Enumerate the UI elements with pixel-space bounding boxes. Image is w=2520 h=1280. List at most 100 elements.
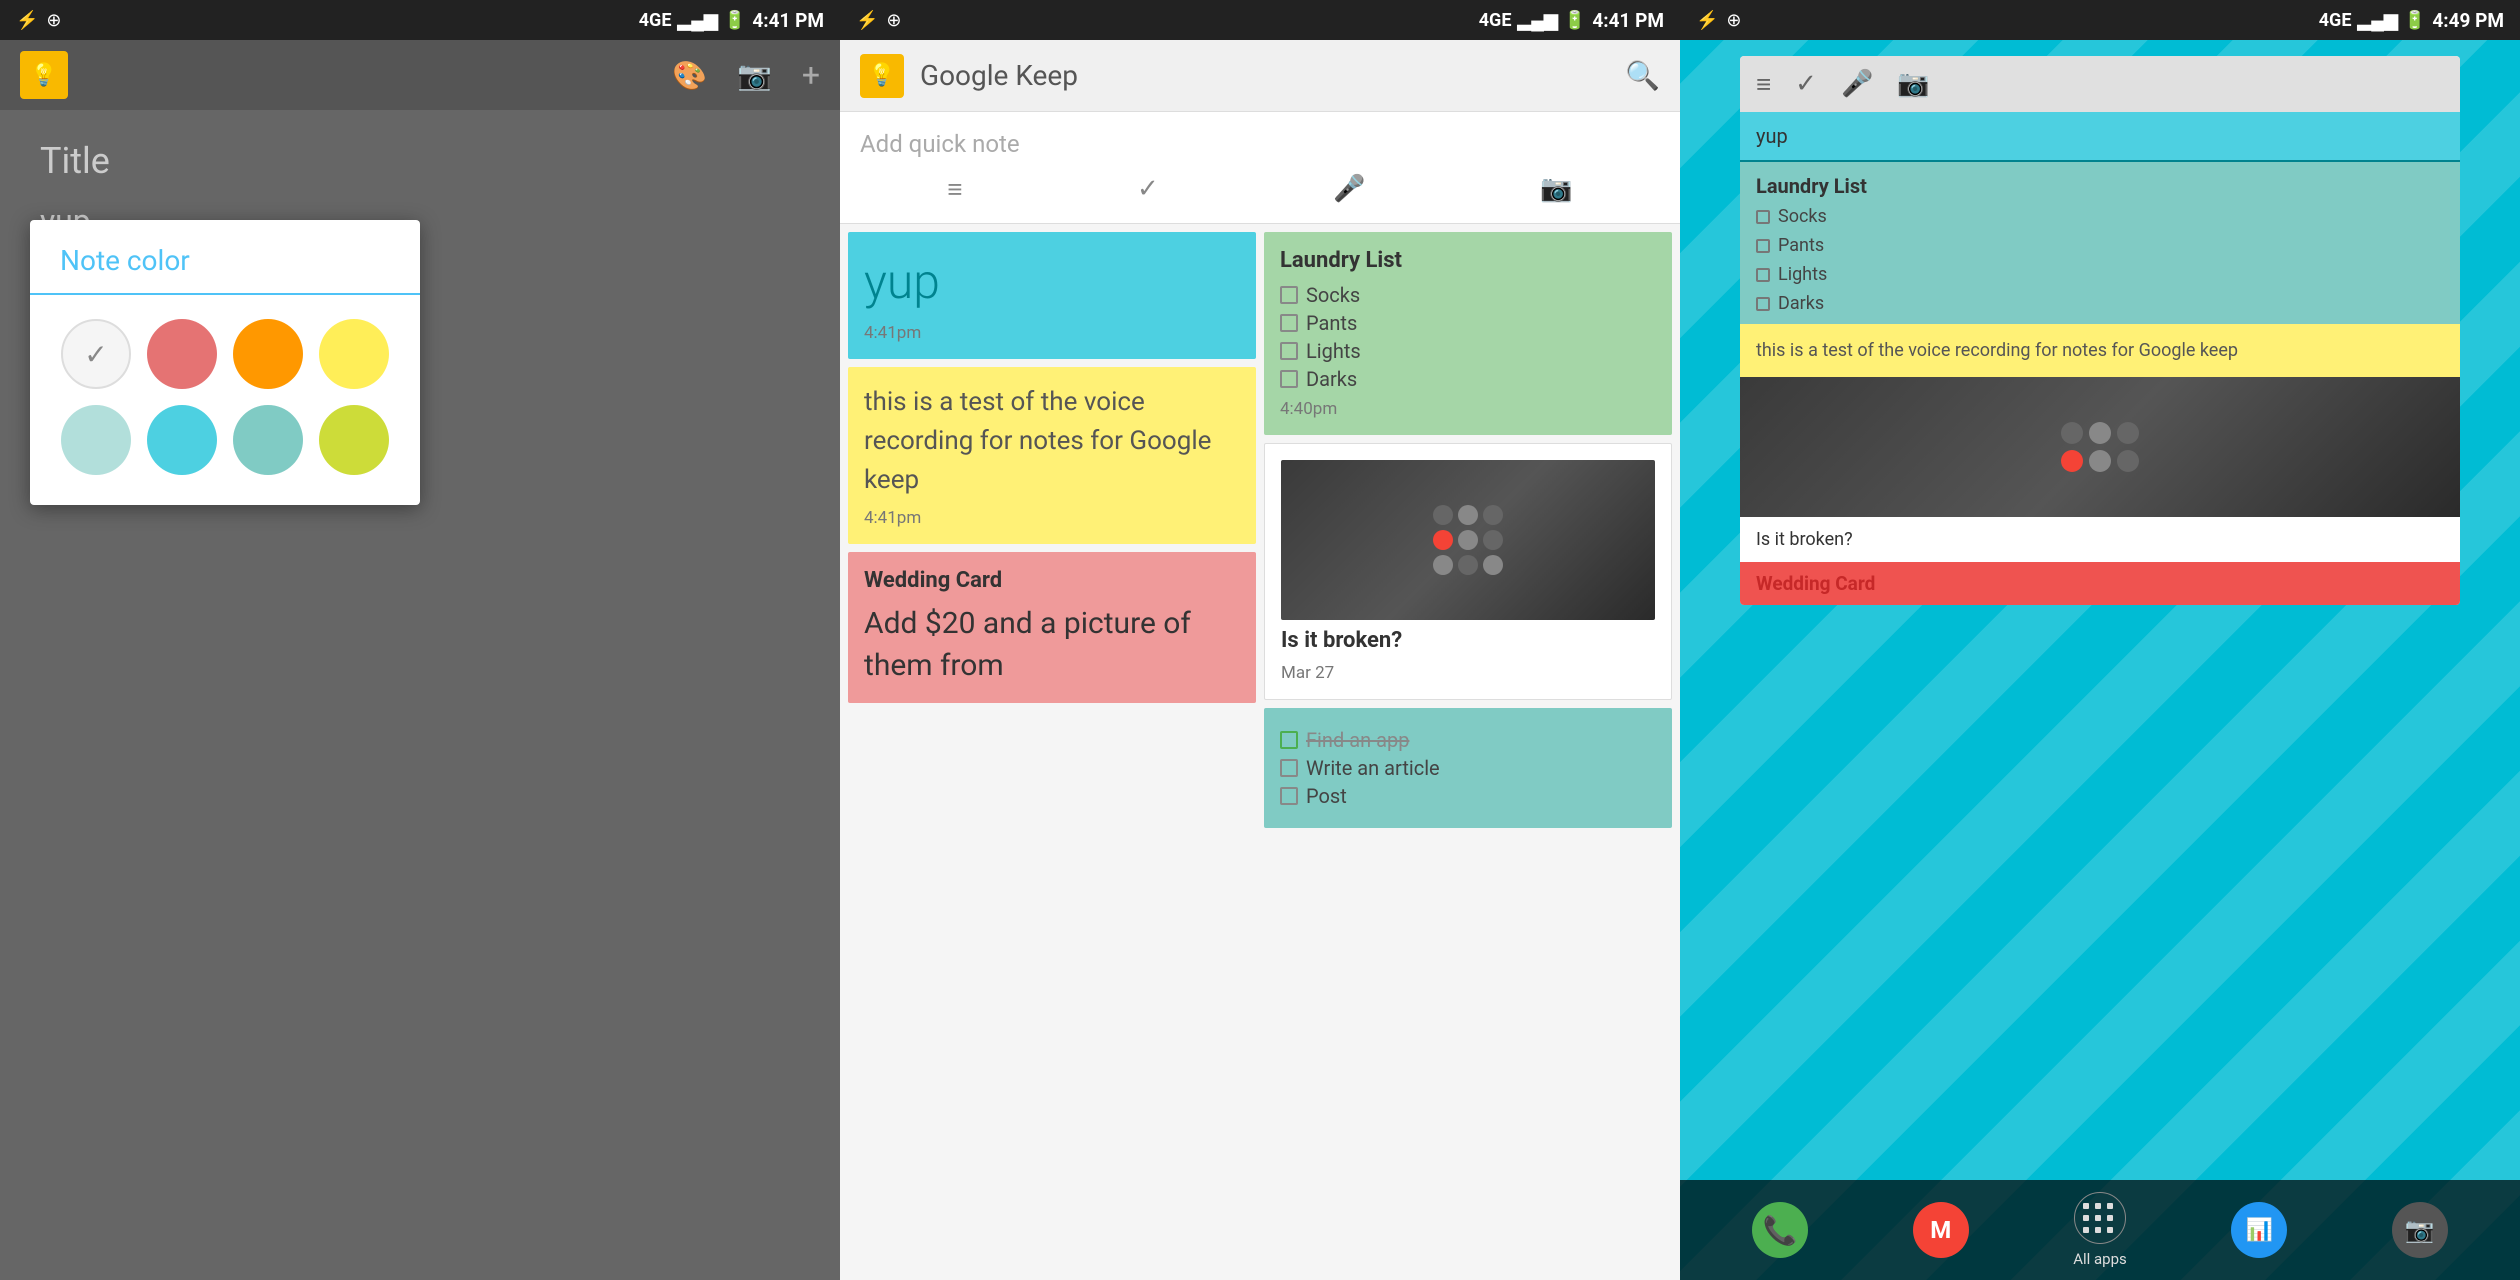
note-list-icon[interactable]: ≡	[947, 174, 962, 205]
keep-logo: 💡	[860, 54, 904, 98]
quick-note-icons: ≡ ✓ 🎤 📷	[860, 174, 1660, 205]
status-bar-panel1: ⚡ ⊕ 4GE ▂▄▆ 🔋 4:41 PM	[0, 0, 840, 40]
note-wedding-body: Add $20 and a picture of them from	[864, 603, 1240, 687]
note-title-label[interactable]: Title	[40, 140, 800, 182]
dock-flashcard[interactable]: 📊	[2231, 1202, 2287, 1258]
signal-icon3: ▂▄▆	[2357, 10, 2397, 31]
checkbox-pants[interactable]	[1280, 314, 1298, 332]
app-card-search-bar[interactable]: yup	[1740, 112, 2460, 162]
toolbar-cam-icon[interactable]: 📷	[1897, 69, 1929, 99]
toolbar-check-icon[interactable]: ✓	[1795, 69, 1817, 99]
color-swatch-blue[interactable]	[147, 405, 217, 475]
search-value: yup	[1756, 124, 1788, 148]
color-swatch-red[interactable]	[147, 319, 217, 389]
p3-checkbox-lights[interactable]	[1756, 268, 1770, 282]
all-apps-icon[interactable]	[2074, 1192, 2126, 1244]
search-icon[interactable]: 🔍	[1625, 59, 1660, 92]
color-swatch-orange[interactable]	[233, 319, 303, 389]
battery-icon2: 🔋	[1564, 10, 1586, 31]
checkbox-darks[interactable]	[1280, 370, 1298, 388]
network-icon3: 4GE	[2319, 10, 2352, 31]
p3-label-socks: Socks	[1778, 206, 1827, 227]
p3-checkbox-darks[interactable]	[1756, 297, 1770, 311]
status-icons-right3: 4GE ▂▄▆ 🔋 4:49 PM	[2319, 9, 2504, 32]
checkbox-article[interactable]	[1280, 759, 1298, 777]
checkbox-post[interactable]	[1280, 787, 1298, 805]
usb-icon: ⚡	[16, 10, 38, 31]
p3-label-lights: Lights	[1778, 264, 1827, 285]
dock-phone[interactable]: 📞	[1752, 1202, 1808, 1258]
p3-checkbox-pants[interactable]	[1756, 239, 1770, 253]
color-swatch-teal[interactable]	[61, 405, 131, 475]
gmail-icon[interactable]: M	[1913, 1202, 1969, 1258]
app-card-is-broken: Is it broken?	[1740, 517, 2460, 562]
note-camera-icon[interactable]: 📷	[1540, 174, 1572, 205]
laundry-item-pants: Pants	[1280, 311, 1656, 335]
network-icon: 4GE	[639, 10, 672, 31]
note-elevator-date: Mar 27	[1281, 663, 1655, 683]
note-card-wedding[interactable]: Wedding Card Add $20 and a picture of th…	[848, 552, 1256, 703]
note-laundry-time: 4:40pm	[1280, 399, 1656, 419]
panel1-note-editor: ⚡ ⊕ 4GE ▂▄▆ 🔋 4:41 PM 💡 🎨 📷 + Title yup …	[0, 0, 840, 1280]
note-card-laundry[interactable]: Laundry List Socks Pants Lights Darks	[1264, 232, 1672, 435]
add-icon[interactable]: +	[802, 56, 820, 94]
camera-icon[interactable]: 📷	[737, 59, 772, 92]
note-check-icon[interactable]: ✓	[1137, 174, 1159, 205]
note-card-todo[interactable]: Find an app Write an article Post	[1264, 708, 1672, 828]
checkbox-socks[interactable]	[1280, 286, 1298, 304]
p3-checkbox-socks[interactable]	[1756, 210, 1770, 224]
status-icons-left2: ⚡ ⊕	[856, 10, 902, 31]
toolbar-mic-icon[interactable]: 🎤	[1841, 69, 1873, 99]
note-mic-icon[interactable]: 🎤	[1333, 174, 1365, 205]
color-swatch-white[interactable]	[61, 319, 131, 389]
time-display: 4:41 PM	[752, 9, 824, 32]
note-card-voice[interactable]: this is a test of the voice recording fo…	[848, 367, 1256, 544]
note-toolbar: 💡 🎨 📷 +	[0, 40, 840, 110]
color-swatch-lime[interactable]	[319, 405, 389, 475]
color-swatch-green[interactable]	[233, 405, 303, 475]
dock-all-apps[interactable]: All apps	[2073, 1192, 2127, 1268]
signal-icon: ▂▄▆	[677, 10, 717, 31]
recent-app-card-keep[interactable]: ≡ ✓ 🎤 📷 yup Laundry List Socks Pants Lig…	[1740, 56, 2460, 605]
dock-gmail[interactable]: M	[1913, 1202, 1969, 1258]
color-picker-title: Note color	[30, 220, 420, 293]
elevator-visual	[1281, 460, 1655, 620]
signal-icon2: ▂▄▆	[1517, 10, 1557, 31]
note-card-yup[interactable]: yup 4:41pm	[848, 232, 1256, 359]
status-bar-panel2: ⚡ ⊕ 4GE ▂▄▆ 🔋 4:41 PM	[840, 0, 1680, 40]
checkbox-lights[interactable]	[1280, 342, 1298, 360]
time-display2: 4:41 PM	[1592, 9, 1664, 32]
camera-dock-icon[interactable]: 📷	[2392, 1202, 2448, 1258]
laundry-list-title: Laundry List	[1756, 174, 2444, 202]
laundry-p3-lights: Lights	[1756, 260, 2444, 289]
dock-camera[interactable]: 📷	[2392, 1202, 2448, 1258]
note-card-elevator[interactable]: Is it broken? Mar 27	[1264, 443, 1672, 700]
sync-icon2: ⊕	[886, 10, 901, 31]
laundry-p3-pants: Pants	[1756, 231, 2444, 260]
quick-note-placeholder[interactable]: Add quick note	[860, 130, 1660, 158]
todo-item-findapp: Find an app	[1280, 728, 1656, 752]
app-card-elevator-image	[1740, 377, 2460, 517]
color-row-top	[50, 319, 400, 389]
usb-icon2: ⚡	[856, 10, 878, 31]
notes-column-2: Laundry List Socks Pants Lights Darks	[1264, 232, 1672, 1272]
color-swatch-yellow[interactable]	[319, 319, 389, 389]
toolbar-list-icon[interactable]: ≡	[1756, 69, 1771, 100]
label-lights: Lights	[1306, 339, 1361, 363]
laundry-p3-socks: Socks	[1756, 202, 2444, 231]
quick-note-bar[interactable]: Add quick note ≡ ✓ 🎤 📷	[840, 112, 1680, 224]
palette-icon[interactable]: 🎨	[672, 59, 707, 92]
label-findapp: Find an app	[1306, 728, 1409, 752]
notes-column-1: yup 4:41pm this is a test of the voice r…	[848, 232, 1256, 1272]
laundry-item-darks: Darks	[1280, 367, 1656, 391]
phone-icon[interactable]: 📞	[1752, 1202, 1808, 1258]
all-apps-label: All apps	[2073, 1250, 2127, 1268]
wedding-title-text: Wedding Card	[1756, 572, 1875, 595]
app-card-voice-note: this is a test of the voice recording fo…	[1740, 324, 2460, 377]
flashcard-icon[interactable]: 📊	[2231, 1202, 2287, 1258]
checkbox-findapp[interactable]	[1280, 731, 1298, 749]
note-voice-time: 4:41pm	[864, 508, 1240, 528]
panel2-google-keep: ⚡ ⊕ 4GE ▂▄▆ 🔋 4:41 PM 💡 Google Keep 🔍 Ad…	[840, 0, 1680, 1280]
app-card-wedding-header: Wedding Card	[1740, 562, 2460, 605]
color-row-bottom	[50, 405, 400, 475]
